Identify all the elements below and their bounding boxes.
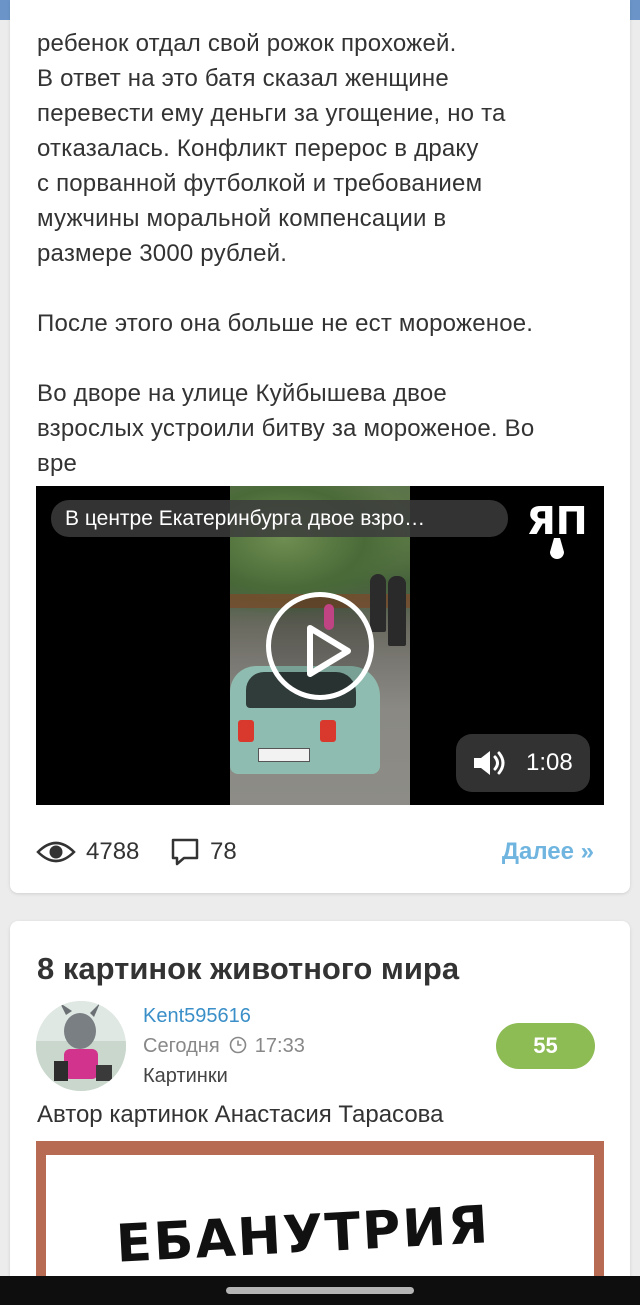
views-stat: 4788: [36, 832, 139, 872]
text-line: Во дворе на улице Куйбышева двое: [37, 380, 447, 407]
duration-badge[interactable]: 1:08: [456, 734, 590, 792]
text-line: вре: [37, 450, 78, 477]
post-card: 8 картинок животного мира Kent595616 Сег…: [10, 921, 630, 1305]
post-text: ребенок отдал свой рожок прохожей. В отв…: [37, 26, 617, 516]
home-gesture-handle[interactable]: [226, 1287, 414, 1294]
system-nav-bar: [0, 1276, 640, 1305]
video-player[interactable]: В центре Екатеринбурга двое взро… ЯП 1:0…: [36, 486, 604, 805]
read-more-link[interactable]: Далее »: [502, 832, 594, 872]
clock-icon: [229, 1036, 247, 1054]
channel-logo-text: ЯП: [526, 499, 587, 543]
volume-icon[interactable]: [472, 749, 508, 777]
date-label: Сегодня: [143, 1035, 220, 1057]
paragraph-2: После этого она больше не ест мороженое.: [37, 306, 617, 341]
play-icon: [307, 625, 351, 677]
play-button[interactable]: [266, 592, 374, 700]
paragraph-3: Во дворе на улице Куйбышева двое взрослы…: [37, 376, 617, 481]
comments-stat[interactable]: 78: [170, 832, 237, 872]
rating-badge[interactable]: 55: [496, 1023, 595, 1069]
comment-icon: [171, 838, 199, 866]
text-line: с порванной футболкой и требованием: [37, 170, 483, 197]
avatar[interactable]: [36, 1001, 126, 1091]
text-line: мужчины моральной компенсации в: [37, 205, 447, 232]
yp-logo-icon: ЯП: [526, 499, 588, 559]
video-duration: 1:08: [526, 749, 573, 776]
category-link[interactable]: Картинки: [143, 1065, 228, 1088]
text-line: В ответ на это батя сказал женщине: [37, 65, 449, 92]
text-line: ребенок отдал свой рожок прохожей.: [37, 30, 457, 57]
author-link[interactable]: Kent595616: [143, 1005, 251, 1028]
text-line: перевести ему деньги за угощение, но та: [37, 100, 506, 127]
text-line: размере 3000 рублей.: [37, 240, 288, 267]
avatar-image: [36, 1001, 126, 1091]
text-line: взрослых устроили битву за мороженое. Во: [37, 415, 535, 442]
post-stats: 4788 78 Далее »: [36, 832, 604, 872]
image-lettering: ЕБАНУТРИЯ: [114, 1195, 492, 1275]
text-line: После этого она больше не ест мороженое.: [37, 310, 534, 337]
video-title[interactable]: В центре Екатеринбурга двое взро…: [51, 500, 508, 537]
views-count: 4788: [86, 838, 140, 865]
post-time: 17:33: [254, 1035, 305, 1057]
post-card: ребенок отдал свой рожок прохожей. В отв…: [10, 0, 630, 893]
eye-icon: [36, 841, 76, 863]
paragraph-1: ребенок отдал свой рожок прохожей. В отв…: [37, 26, 617, 271]
channel-logo[interactable]: ЯП: [520, 496, 594, 566]
text-line: отказалась. Конфликт перерос в драку: [37, 135, 479, 162]
comments-count: 78: [210, 838, 237, 865]
post-caption: Автор картинок Анастасия Тарасова: [37, 1101, 444, 1128]
post-title[interactable]: 8 картинок животного мира: [37, 951, 459, 987]
post-date: Сегодня 17:33: [143, 1035, 305, 1058]
